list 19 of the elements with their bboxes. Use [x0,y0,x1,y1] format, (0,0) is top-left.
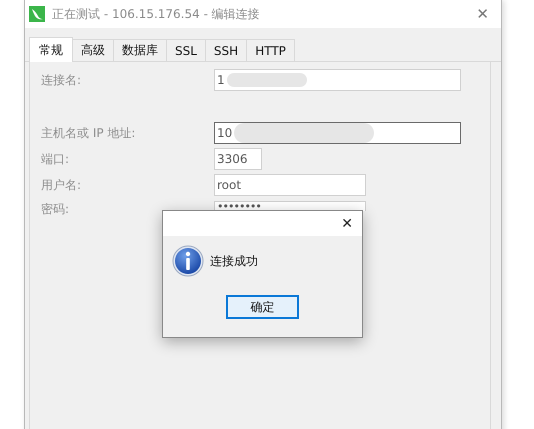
field-label: 端口: [40,150,70,168]
input-field[interactable]: root [214,174,366,196]
info-icon [172,245,204,277]
message-text: 连接成功 [210,252,258,270]
window-title: 正在测试 - 106.15.176.54 - 编辑连接 [52,6,261,22]
close-button[interactable]: ✕ [464,0,501,28]
field-label: 连接名: [40,72,82,88]
tab[interactable]: HTTP [246,39,295,61]
app-logo-icon [29,6,45,22]
input-field[interactable]: 1 [214,69,461,91]
input-field[interactable]: •••••••• [214,201,366,211]
tab[interactable]: 常规 [29,37,73,62]
ok-button[interactable]: 确定 [226,295,299,319]
input-field[interactable]: 3306 [214,148,262,170]
field-label: 主机名或 IP 地址: [40,124,136,142]
close-button[interactable]: ✕ [332,211,362,236]
field-label: 用户名: [40,176,82,194]
input-field[interactable]: 10 [214,122,461,144]
field-label: 密码: [40,201,70,218]
